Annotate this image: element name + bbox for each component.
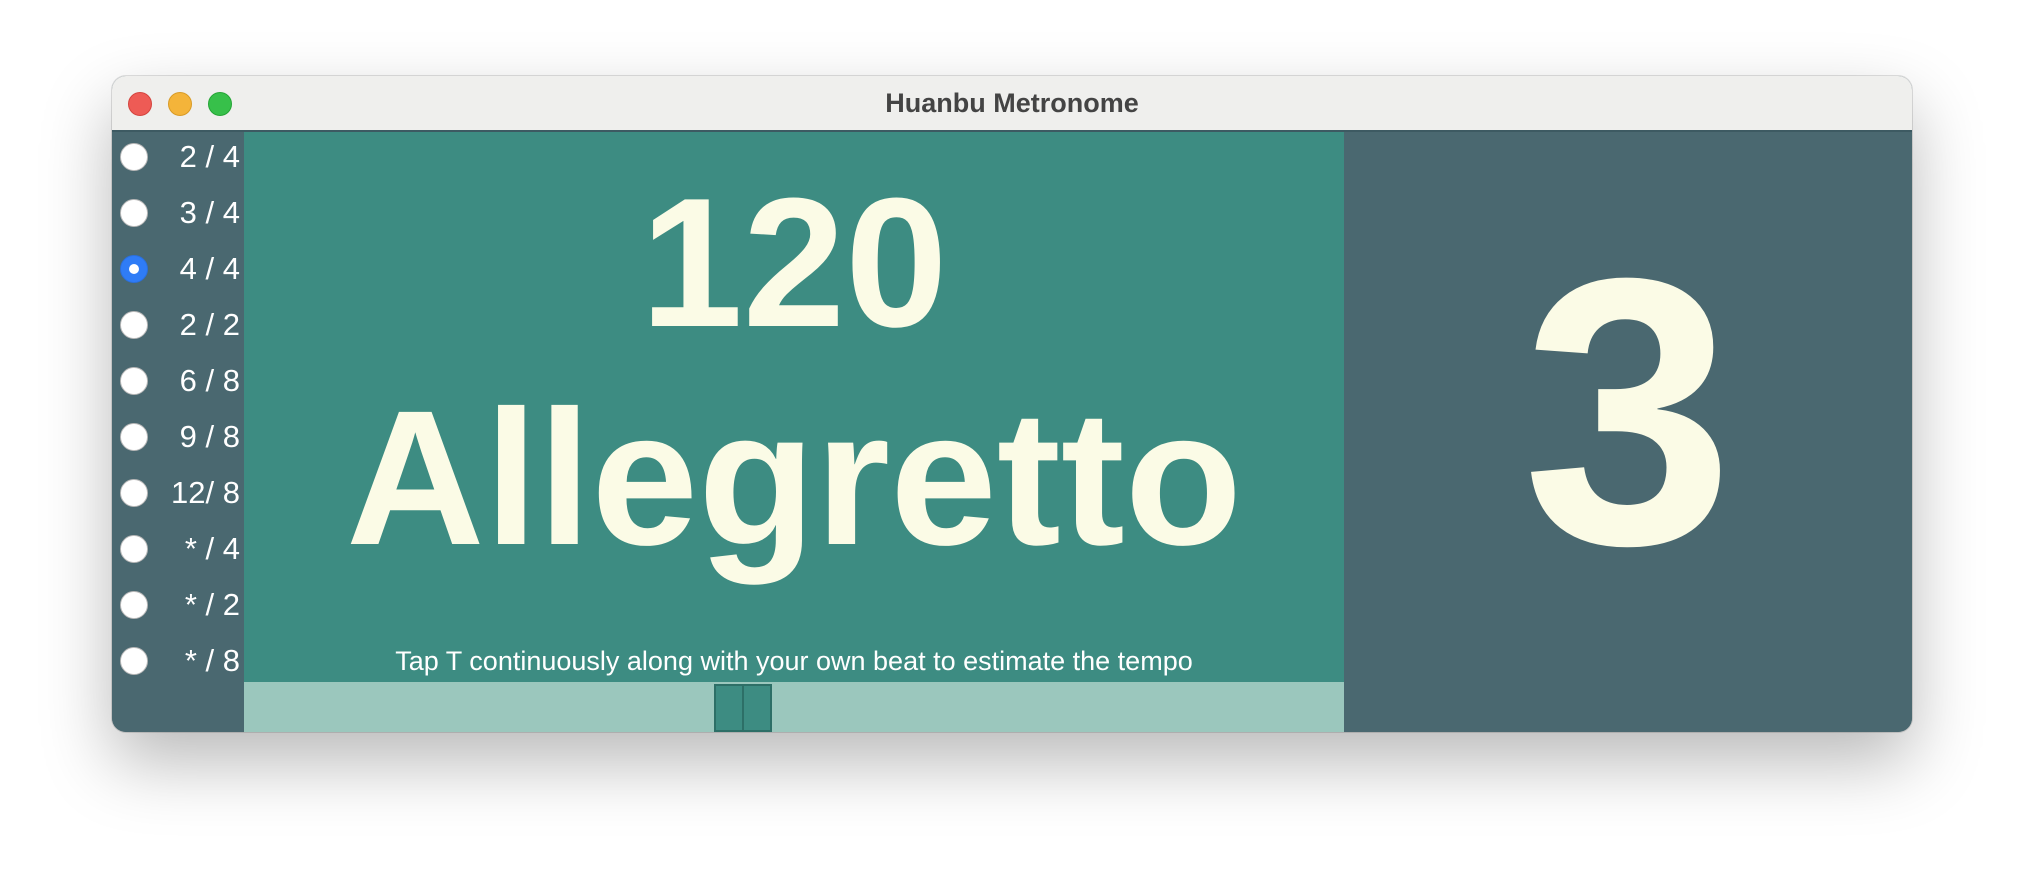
time-signature-label: * / 2 — [184, 587, 240, 622]
window-title: Huanbu Metronome — [885, 88, 1139, 118]
radio-button[interactable] — [120, 591, 148, 619]
current-beat: 3 — [1522, 199, 1734, 624]
radio-button[interactable] — [120, 479, 148, 507]
beat-panel: 3 — [1344, 132, 1912, 732]
radio-button[interactable] — [120, 199, 148, 227]
time-signature-option-free-8[interactable]: * / 8 — [120, 640, 244, 680]
radio-button-selected[interactable] — [120, 255, 148, 283]
time-signature-label: 6 / 8 — [179, 363, 240, 398]
time-signature-label: 2 / 2 — [179, 307, 240, 342]
time-signature-option-free-4[interactable]: * / 4 — [120, 528, 244, 568]
time-signature-label: 3 / 4 — [179, 195, 240, 230]
time-signature-option-free-2[interactable]: * / 2 — [120, 584, 244, 624]
radio-button[interactable] — [120, 367, 148, 395]
time-signature-option-9-8[interactable]: 9 / 8 — [120, 416, 244, 456]
time-signature-option-12-8[interactable]: 12/ 8 — [120, 472, 244, 512]
time-signature-option-3-4[interactable]: 3 / 4 — [120, 192, 244, 232]
time-signature-sidebar: 2 / 4 3 / 4 4 / 4 2 / 2 6 / 8 9 / 8 12/ … — [112, 132, 244, 732]
time-signature-option-4-4[interactable]: 4 / 4 — [120, 248, 244, 288]
radio-button[interactable] — [120, 647, 148, 675]
tempo-slider-thumb[interactable] — [714, 684, 772, 732]
time-signature-label: * / 8 — [184, 643, 240, 678]
time-signature-label: 9 / 8 — [179, 419, 240, 454]
tap-tempo-hint: Tap T continuously along with your own b… — [395, 646, 1193, 676]
time-signature-option-2-4[interactable]: 2 / 4 — [120, 136, 244, 176]
title-bar: Huanbu Metronome — [112, 76, 1912, 132]
time-signature-label: 12/ 8 — [171, 475, 240, 510]
tempo-slider[interactable] — [244, 682, 1344, 732]
time-signature-label: 2 / 4 — [179, 139, 240, 174]
tempo-panel: 120 Allegretto Tap T continuously along … — [244, 132, 1344, 682]
bpm-display: 120 — [640, 159, 948, 365]
metronome-window: Huanbu Metronome 2 / 4 3 / 4 4 / 4 2 / 2… — [112, 76, 1912, 732]
time-signature-option-2-2[interactable]: 2 / 2 — [120, 304, 244, 344]
time-signature-label: * / 4 — [184, 531, 240, 566]
tempo-name: Allegretto — [345, 370, 1243, 585]
time-signature-option-6-8[interactable]: 6 / 8 — [120, 360, 244, 400]
radio-button[interactable] — [120, 423, 148, 451]
time-signature-label: 4 / 4 — [179, 251, 240, 286]
radio-button[interactable] — [120, 143, 148, 171]
radio-button[interactable] — [120, 311, 148, 339]
radio-button[interactable] — [120, 535, 148, 563]
